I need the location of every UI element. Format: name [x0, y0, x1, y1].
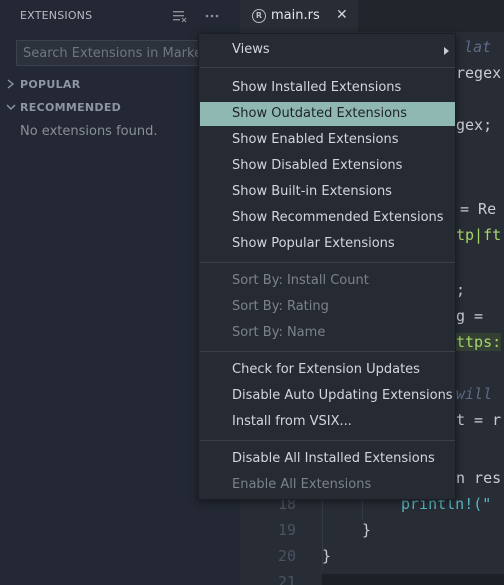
menu-item-show-builtin[interactable]: Show Built-in Extensions: [200, 180, 455, 204]
menu-separator: [200, 262, 455, 263]
close-icon[interactable]: ✕: [336, 8, 350, 22]
menu-item-label: Show Built-in Extensions: [232, 184, 392, 199]
menu-item-label: Show Installed Extensions: [232, 80, 402, 95]
menu-item-show-installed[interactable]: Show Installed Extensions: [200, 76, 455, 100]
menu-item-label: Disable Auto Updating Extensions: [232, 388, 453, 403]
menu-item-check-updates[interactable]: Check for Extension Updates: [200, 358, 455, 382]
editor-tab-bar: R main.rs ✕: [240, 0, 504, 32]
menu-item-views[interactable]: Views: [200, 38, 455, 62]
extensions-context-menu: Views Show Installed Extensions Show Out…: [198, 33, 456, 500]
menu-item-install-vsix[interactable]: Install from VSIX...: [200, 410, 455, 434]
sidebar-title: EXTENSIONS: [20, 9, 93, 22]
code-fragment: n res: [456, 469, 502, 487]
code-fragment: }: [362, 521, 372, 539]
menu-item-label: Disable All Installed Extensions: [232, 451, 435, 466]
menu-item-label: Sort By: Name: [232, 325, 326, 340]
menu-separator: [200, 351, 455, 352]
code-fragment: g =: [456, 307, 484, 325]
chevron-down-icon: [6, 104, 16, 110]
menu-item-label: Show Recommended Extensions: [232, 210, 444, 225]
menu-item-label: Show Popular Extensions: [232, 236, 395, 251]
sidebar-actions: [172, 8, 232, 24]
empty-results-message: No extensions found.: [20, 124, 158, 139]
menu-item-sort-name[interactable]: Sort By: Name: [200, 321, 455, 345]
sidebar-header: EXTENSIONS: [0, 0, 240, 32]
menu-item-label: Show Enabled Extensions: [232, 132, 399, 147]
menu-item-disable-all[interactable]: Disable All Installed Extensions: [200, 447, 455, 471]
clear-extensions-icon[interactable]: [172, 8, 188, 24]
tab-main-rs[interactable]: R main.rs ✕: [240, 0, 358, 32]
menu-item-label: Enable All Extensions: [232, 477, 372, 492]
rust-file-icon: R: [252, 9, 266, 23]
code-fragment: t = r: [456, 411, 502, 429]
line-number: 19: [277, 521, 296, 539]
line-number: 21: [277, 573, 296, 585]
menu-item-show-recommended[interactable]: Show Recommended Extensions: [200, 206, 455, 230]
menu-separator: [200, 440, 455, 441]
menu-item-show-enabled[interactable]: Show Enabled Extensions: [200, 128, 455, 152]
line-number: 20: [277, 547, 296, 565]
menu-separator: [200, 67, 455, 68]
menu-item-label: Views: [232, 42, 270, 57]
submenu-arrow-icon: [444, 47, 449, 55]
menu-item-label: Show Outdated Extensions: [232, 106, 408, 121]
code-fragment: will: [456, 385, 493, 403]
code-fragment: regex: [456, 64, 502, 82]
menu-item-label: Show Disabled Extensions: [232, 158, 403, 173]
code-fragment: ttps:: [456, 333, 502, 351]
menu-item-label: Check for Extension Updates: [232, 362, 420, 377]
menu-item-label: Sort By: Install Count: [232, 273, 369, 288]
menu-item-show-popular[interactable]: Show Popular Extensions: [200, 232, 455, 256]
chevron-right-icon: [7, 79, 15, 89]
code-fragment: gex;: [456, 116, 493, 134]
code-fragment: tp|ft: [456, 226, 502, 244]
tab-label: main.rs: [271, 8, 320, 23]
menu-item-label: Install from VSIX...: [232, 414, 352, 429]
code-fragment: ;: [456, 281, 466, 299]
section-label-recommended: RECOMMENDED: [20, 101, 122, 114]
horizontal-scrollbar[interactable]: [322, 574, 504, 585]
menu-item-enable-all[interactable]: Enable All Extensions: [200, 473, 455, 497]
code-fragment: = Re: [460, 200, 497, 218]
section-label-popular: POPULAR: [20, 78, 81, 91]
menu-item-sort-install-count[interactable]: Sort By: Install Count: [200, 269, 455, 293]
menu-item-sort-rating[interactable]: Sort By: Rating: [200, 295, 455, 319]
more-actions-icon[interactable]: [204, 8, 220, 24]
menu-item-show-outdated[interactable]: Show Outdated Extensions: [200, 102, 455, 126]
menu-item-disable-auto-update[interactable]: Disable Auto Updating Extensions: [200, 384, 455, 408]
menu-item-show-disabled[interactable]: Show Disabled Extensions: [200, 154, 455, 178]
menu-item-label: Sort By: Rating: [232, 299, 329, 314]
code-fragment: }: [322, 547, 332, 565]
